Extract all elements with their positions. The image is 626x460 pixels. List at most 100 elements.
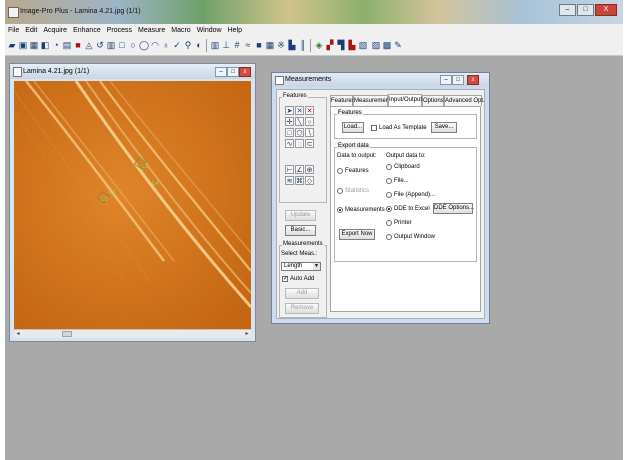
image-minimize-button[interactable]: – <box>215 67 227 77</box>
cursor-icon[interactable]: ◬ <box>84 40 94 50</box>
circle-icon[interactable]: ◯ <box>139 40 149 50</box>
camera-icon[interactable]: ◧ <box>40 40 50 50</box>
image-maximize-button[interactable]: □ <box>227 67 239 77</box>
menu-file[interactable]: File <box>5 27 22 34</box>
delete-all-icon[interactable]: ✕ <box>305 106 314 115</box>
delete-feature-icon[interactable]: ✕ <box>295 106 304 115</box>
stop-icon[interactable]: ■ <box>73 40 83 50</box>
save-button[interactable]: Save... <box>431 122 457 133</box>
print-icon[interactable]: ▤ <box>62 40 72 50</box>
database-icon[interactable]: ▧ <box>358 40 368 50</box>
angle-measure-icon[interactable]: ∠ <box>295 165 304 174</box>
output-clipboard-radio[interactable] <box>386 164 392 170</box>
lamina-image[interactable]: L1 L2 L3 L4 <box>14 81 251 329</box>
remove-button[interactable]: Remove <box>285 303 319 314</box>
update-button[interactable]: Update <box>285 210 316 221</box>
menu-enhance[interactable]: Enhance <box>70 27 104 34</box>
circle-tool-icon[interactable]: ○ <box>305 117 314 126</box>
export-icon[interactable]: ▩ <box>382 40 392 50</box>
align-icon[interactable]: ▜ <box>336 40 346 50</box>
count-tool-icon[interactable]: ≋ <box>285 176 294 185</box>
load-as-template-checkbox[interactable] <box>371 125 377 131</box>
menu-acquire[interactable]: Acquire <box>40 27 70 34</box>
add-button[interactable]: Add <box>285 288 319 299</box>
menu-measure[interactable]: Measure <box>135 27 168 34</box>
minimize-button[interactable]: – <box>559 4 576 16</box>
gallery-icon[interactable]: ▨ <box>371 40 381 50</box>
profile-icon[interactable]: ⊥ <box>221 40 231 50</box>
angle-tool-icon[interactable]: ∖ <box>305 128 314 137</box>
histogram-icon[interactable]: ▥ <box>210 40 220 50</box>
auto-add-checkbox[interactable]: ✓ <box>282 276 288 282</box>
calibrate-icon[interactable]: ⊕ <box>305 165 314 174</box>
polygon-tool-icon[interactable]: ⬡ <box>295 128 304 137</box>
output-file-radio[interactable] <box>386 178 392 184</box>
measure-icon[interactable]: ▦ <box>265 40 275 50</box>
tab-measurements[interactable]: Measurements <box>353 95 394 106</box>
rect-tool-icon[interactable]: □ <box>285 128 294 137</box>
zoom-icon[interactable]: ⚲ <box>183 40 193 50</box>
scroll-left-icon[interactable]: ◂ <box>14 330 22 338</box>
data-features-radio[interactable] <box>337 168 343 174</box>
measurements-maximize-button[interactable]: □ <box>452 75 464 85</box>
polyline-tool-icon[interactable]: ∿ <box>285 139 294 148</box>
tab-input-output[interactable]: Input/Output <box>388 94 422 106</box>
image-horizontal-scrollbar[interactable]: ◂ ▸ <box>14 329 251 338</box>
chart-icon[interactable]: ▙ <box>287 40 297 50</box>
report-icon[interactable]: ▙ <box>347 40 357 50</box>
output-window-radio[interactable] <box>386 234 392 240</box>
tab-features[interactable]: Features <box>330 95 355 106</box>
menu-macro[interactable]: Macro <box>168 27 193 34</box>
arc-tool-icon[interactable]: ◌ <box>295 139 304 148</box>
measurements-close-button[interactable]: x <box>467 75 479 85</box>
open-icon[interactable]: ▰ <box>7 40 17 50</box>
rect-icon[interactable]: □ <box>117 40 127 50</box>
trace-tool-icon[interactable]: ⌘ <box>295 176 304 185</box>
scroll-right-icon[interactable]: ▸ <box>243 330 251 338</box>
scroll-thumb[interactable] <box>62 331 72 337</box>
dde-options-button[interactable]: DDE Options... <box>433 203 474 214</box>
basic-button[interactable]: Basic... <box>285 225 316 236</box>
list-icon[interactable]: ▥ <box>106 40 116 50</box>
measurements-minimize-button[interactable]: – <box>440 75 452 85</box>
caliper-icon[interactable]: ※ <box>276 40 286 50</box>
bars-icon[interactable]: ║ <box>298 40 308 50</box>
close-button[interactable]: X <box>595 4 617 16</box>
acquire-icon[interactable]: ◔ <box>51 40 61 50</box>
curve-tool-icon[interactable]: ⊂ <box>305 139 314 148</box>
load-button[interactable]: Load... <box>342 122 364 133</box>
output-dde-excel-radio[interactable] <box>386 206 392 212</box>
ellipse-icon[interactable]: ○ <box>128 40 138 50</box>
bitmap-icon[interactable]: # <box>232 40 242 50</box>
maximize-button[interactable]: □ <box>577 4 594 16</box>
menu-help[interactable]: Help <box>225 27 245 34</box>
line-tool-icon[interactable]: ╲ <box>295 117 304 126</box>
distance-tool-icon[interactable]: ⊢ <box>285 165 294 174</box>
tab-advanced-options[interactable]: Advanced Opt. <box>444 95 485 106</box>
freehand-icon[interactable]: ◠ <box>150 40 160 50</box>
rotate-icon[interactable]: ↺ <box>95 40 105 50</box>
measurement-select[interactable]: Length ▼ <box>281 262 321 271</box>
menu-edit[interactable]: Edit <box>22 27 40 34</box>
count-icon[interactable]: ■ <box>254 40 264 50</box>
output-file-append-radio[interactable] <box>386 192 392 198</box>
record-icon[interactable]: ▞ <box>325 40 335 50</box>
trace-icon[interactable]: ≈ <box>243 40 253 50</box>
image-close-button[interactable]: x <box>239 67 251 77</box>
output-printer-radio[interactable] <box>386 220 392 226</box>
data-measurements-radio[interactable] <box>337 207 343 213</box>
data-statistics-radio[interactable] <box>337 188 343 194</box>
macro-icon[interactable]: ◈ <box>314 40 324 50</box>
point-tool-icon[interactable]: ✛ <box>285 117 294 126</box>
save-icon[interactable]: ▣ <box>18 40 28 50</box>
select-arrow-icon[interactable]: ➤ <box>285 106 294 115</box>
wand-icon[interactable]: ✓ <box>172 40 182 50</box>
grid-icon[interactable]: ▦ <box>29 40 39 50</box>
menu-process[interactable]: Process <box>104 27 135 34</box>
eyedropper-icon[interactable]: ♁ <box>161 40 171 50</box>
auto-tool-icon[interactable]: ◇ <box>305 176 314 185</box>
pan-icon[interactable]: ◐ <box>194 40 204 50</box>
script-icon[interactable]: ✎ <box>393 40 403 50</box>
menu-window[interactable]: Window <box>194 27 225 34</box>
tab-options[interactable]: Options <box>422 95 444 106</box>
